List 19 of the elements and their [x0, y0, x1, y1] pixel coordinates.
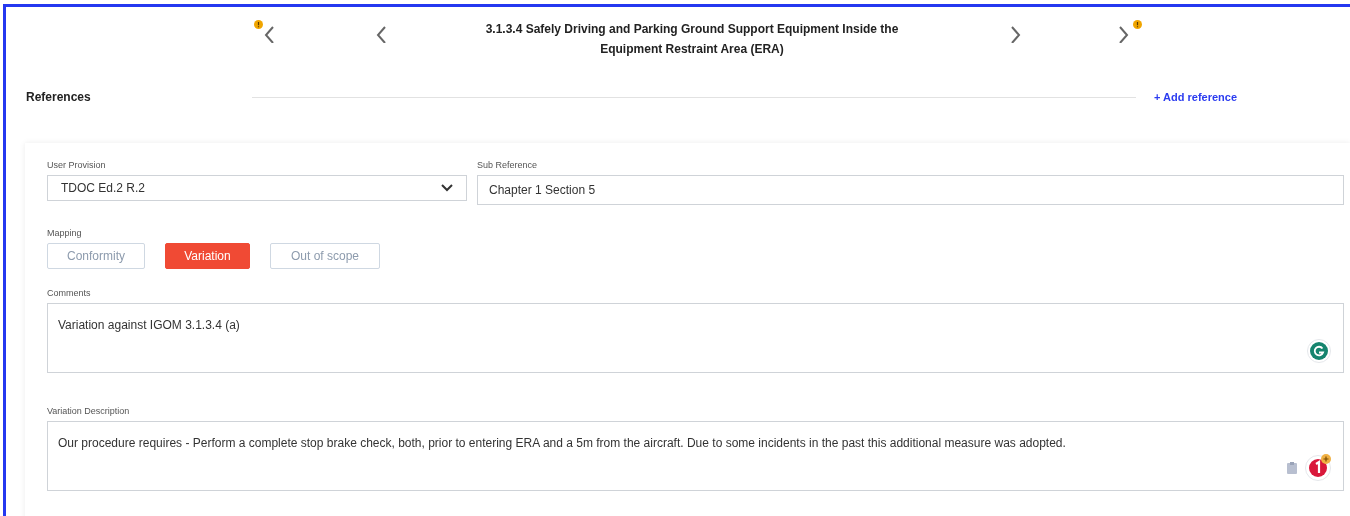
- mapping-option[interactable]: Variation: [165, 243, 250, 269]
- field-label: Comments: [47, 287, 92, 300]
- add-reference-link[interactable]: + Add reference: [1154, 88, 1238, 106]
- warning-icon: [1133, 20, 1142, 29]
- notification-badge-icon[interactable]: [1305, 453, 1333, 481]
- warning-icon: [254, 20, 263, 29]
- clipboard-icon[interactable]: [1287, 462, 1297, 474]
- grammar-assistant-icon[interactable]: [1307, 339, 1331, 363]
- section-heading: References: [26, 89, 92, 106]
- user-provision-select[interactable]: TDOC Ed.2 R.2: [47, 175, 467, 201]
- field-label: User Provision: [47, 159, 107, 172]
- field-label: Variation Description: [47, 405, 131, 418]
- field-label: Mapping: [47, 227, 83, 240]
- variation-description-field[interactable]: Our procedure requires - Perform a complete stop brake check, both, prior to entering ERA and a 5m from the aircraft. Due to some incidents in the past this additional measure was adopted.: [47, 421, 1344, 491]
- comments-field[interactable]: Variation against IGOM 3.1.3.4 (a): [47, 303, 1344, 373]
- page-title: 3.1.3.4 Safely Driving and Parking Ground Support Equipment Inside the Equipment Restraint Area (ERA): [484, 21, 900, 58]
- field-label: Sub Reference: [477, 159, 539, 172]
- chevron-down-icon: [441, 184, 453, 192]
- sub-reference-field[interactable]: Chapter 1 Section 5: [477, 175, 1344, 205]
